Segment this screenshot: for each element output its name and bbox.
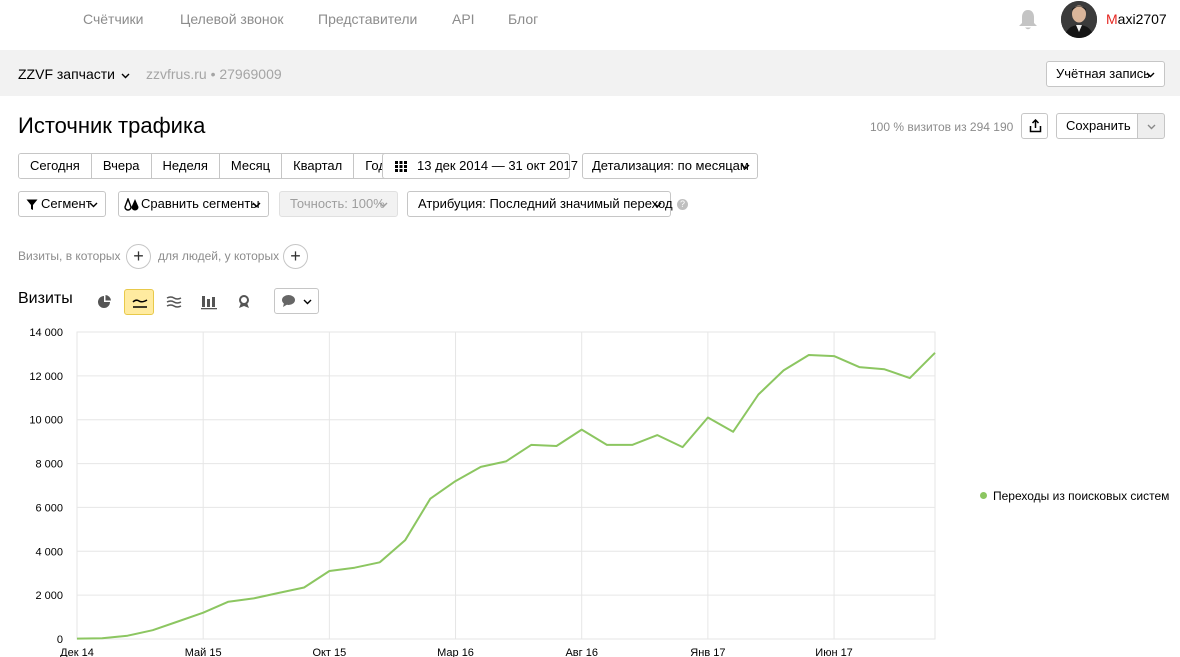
counter-bar: ZZVF запчасти zzvfrus.ru • 27969009 xyxy=(0,50,1180,96)
chevron-down-icon xyxy=(303,299,312,305)
plot-area xyxy=(76,331,936,640)
bar-chart-icon[interactable] xyxy=(194,289,224,315)
y-tick-label: 14 000 xyxy=(29,327,63,339)
detail-label: Детализация: по месяцам xyxy=(592,158,749,173)
account-label: Учётная запись xyxy=(1056,66,1151,81)
period-week[interactable]: Неделя xyxy=(151,154,220,178)
compare-label: Сравнить сегменты xyxy=(141,196,260,211)
chevron-down-icon xyxy=(741,164,750,170)
chevron-down-icon xyxy=(653,202,662,208)
x-tick-label: Авг 16 xyxy=(565,647,597,657)
date-range-button[interactable]: 13 дек 2014 — 31 окт 2017 xyxy=(382,153,578,179)
line-chart-icon[interactable] xyxy=(124,289,154,315)
chevron-down-icon xyxy=(252,202,261,208)
username-first-letter: M xyxy=(1106,11,1118,27)
filter-visits-label: Визиты, в которых xyxy=(18,249,121,263)
calendar-icon xyxy=(395,161,407,172)
attribution-dropdown[interactable]: Атрибуция: Последний значимый переход xyxy=(407,191,673,217)
nav-link-api[interactable]: API xyxy=(452,11,475,27)
nav-link-representatives[interactable]: Представители xyxy=(318,11,417,27)
y-tick-label: 2 000 xyxy=(35,590,63,602)
chevron-down-icon xyxy=(1146,72,1155,78)
nav-link-target-call[interactable]: Целевой звонок xyxy=(180,11,284,27)
pie-chart-icon[interactable] xyxy=(89,289,119,315)
period-today[interactable]: Сегодня xyxy=(19,154,92,178)
help-icon[interactable]: ? xyxy=(677,199,688,210)
plus-icon: + xyxy=(290,246,301,266)
comment-icon xyxy=(282,295,295,307)
y-tick-label: 4 000 xyxy=(35,546,63,558)
save-button[interactable]: Сохранить xyxy=(1056,113,1138,139)
accuracy-label: Точность: 100% xyxy=(290,196,385,211)
y-tick-label: 8 000 xyxy=(35,459,63,471)
notes-dropdown[interactable] xyxy=(274,288,319,314)
compare-segments-dropdown[interactable]: Сравнить сегменты xyxy=(118,191,269,217)
legend-label: Переходы из поисковых систем xyxy=(993,489,1170,503)
segment-dropdown[interactable]: Сегмент xyxy=(18,191,106,217)
x-tick-label: Май 15 xyxy=(185,647,222,657)
nav-link-blog[interactable]: Блог xyxy=(508,11,538,27)
detail-dropdown[interactable]: Детализация: по месяцам xyxy=(582,153,758,179)
counter-name: ZZVF запчасти xyxy=(18,66,115,82)
x-tick-label: Дек 14 xyxy=(60,647,94,657)
filter-icon xyxy=(26,199,38,210)
y-tick-label: 10 000 xyxy=(29,415,63,427)
username[interactable]: Maxi2707 xyxy=(1106,11,1167,27)
export-icon xyxy=(1029,119,1042,133)
counter-site: zzvfrus.ru • 27969009 xyxy=(146,66,282,82)
period-yesterday[interactable]: Вчера xyxy=(91,154,152,178)
add-people-condition-button[interactable]: + xyxy=(283,244,308,269)
filter-people-label: для людей, у которых xyxy=(158,249,280,263)
export-button[interactable] xyxy=(1021,113,1048,139)
avatar[interactable] xyxy=(1061,1,1097,38)
period-quarter[interactable]: Квартал xyxy=(282,154,355,178)
legend-item[interactable]: Переходы из поисковых систем xyxy=(980,489,1169,503)
add-visit-condition-button[interactable]: + xyxy=(126,244,151,269)
bell-icon[interactable] xyxy=(1017,8,1039,32)
chevron-down-icon xyxy=(121,66,130,82)
chevron-down-icon xyxy=(89,202,98,208)
legend-dot xyxy=(980,492,987,499)
x-tick-label: Мар 16 xyxy=(437,647,474,657)
x-tick-label: Янв 17 xyxy=(690,647,725,657)
visits-info: 100 % визитов из 294 190 xyxy=(870,120,1014,134)
account-button[interactable]: Учётная запись xyxy=(1046,61,1165,87)
compare-icon xyxy=(124,198,139,211)
x-tick-label: Окт 15 xyxy=(312,647,346,657)
area-chart-icon[interactable] xyxy=(159,289,189,315)
chart-title: Визиты xyxy=(18,290,73,307)
x-tick-label: Июн 17 xyxy=(815,647,853,657)
username-rest: axi2707 xyxy=(1117,11,1167,27)
top-nav: Счётчики Целевой звонок Представители AP… xyxy=(0,0,1180,50)
period-selector: Сегодня Вчера Неделя Месяц Квартал Год xyxy=(18,153,398,179)
chevron-down-icon xyxy=(379,202,388,208)
segment-label: Сегмент xyxy=(41,196,92,211)
nav-link-counters[interactable]: Счётчики xyxy=(83,11,144,27)
plus-icon: + xyxy=(133,246,144,266)
period-month[interactable]: Месяц xyxy=(219,154,283,178)
y-tick-label: 6 000 xyxy=(35,502,63,514)
page-title: Источник трафика xyxy=(18,113,206,138)
chevron-down-icon xyxy=(1147,124,1156,130)
save-options-button[interactable] xyxy=(1137,113,1165,139)
counter-selector[interactable]: ZZVF запчасти xyxy=(18,66,130,82)
accuracy-dropdown[interactable]: Точность: 100% xyxy=(279,191,398,217)
y-tick-label: 0 xyxy=(57,634,63,646)
date-range-label: 13 дек 2014 — 31 окт 2017 xyxy=(417,158,578,173)
y-tick-label: 12 000 xyxy=(29,371,63,383)
map-chart-icon[interactable] xyxy=(229,289,259,315)
attribution-label: Атрибуция: Последний значимый переход xyxy=(418,196,673,211)
